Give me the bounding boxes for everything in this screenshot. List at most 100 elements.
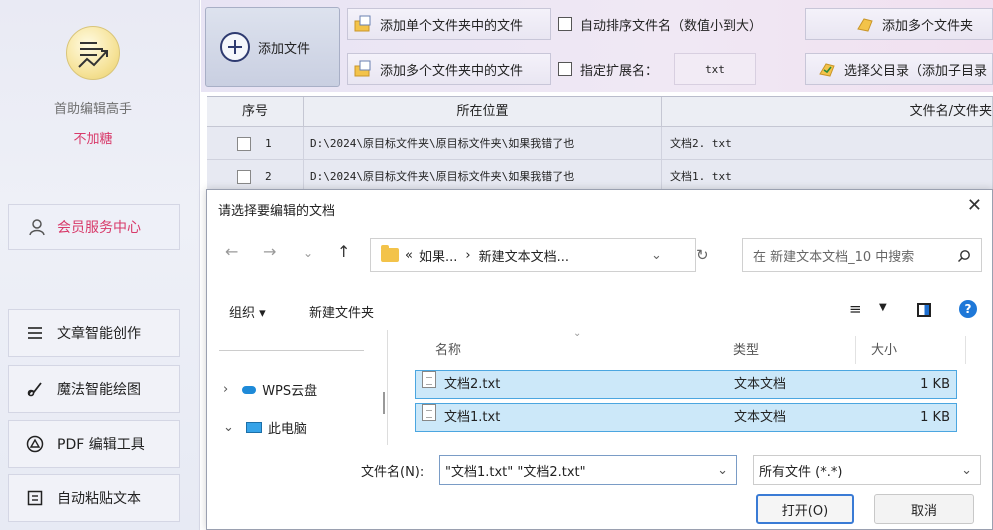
file-type-value: 所有文件 (*.*) xyxy=(759,464,843,480)
file-type-select[interactable]: 所有文件 (*.*) ⌄ xyxy=(753,455,981,485)
sidebar-item-label: 自动粘贴文本 xyxy=(57,491,141,507)
chart-icon xyxy=(78,42,108,68)
sidebar-item-pdf[interactable]: PDF 编辑工具 xyxy=(8,420,180,468)
row-checkbox[interactable] xyxy=(237,169,251,184)
add-multi-folders-label: 添加多个文件夹 xyxy=(882,18,974,34)
add-file-label: 添加文件 xyxy=(258,41,311,57)
command-bar: 组织 ▾ 新建文件夹 ≡ ▼ ? xyxy=(207,298,992,324)
file-type: 文本文档 xyxy=(734,377,787,392)
open-button[interactable]: 打开(O) xyxy=(756,494,854,524)
nav-item-this-pc[interactable]: ⌄ 此电脑 xyxy=(223,418,307,437)
pane-scrollbar[interactable] xyxy=(383,392,385,414)
up-arrow-icon[interactable]: ↑ xyxy=(337,242,350,261)
close-icon[interactable]: ✕ xyxy=(967,195,982,216)
back-arrow-icon[interactable]: ← xyxy=(225,242,238,261)
file-table: 序号 所在位置 文件名/文件夹 1 D:\2024\原目标文件夹\原目标文件夹\… xyxy=(207,96,993,196)
file-type: 文本文档 xyxy=(734,410,787,425)
add-multi-folders-button[interactable]: 添加多个文件夹 xyxy=(805,8,993,40)
sort-indicator-icon: ⌄ xyxy=(573,328,582,339)
organize-menu[interactable]: 组织 ▾ xyxy=(229,302,266,321)
nav-item-label: 此电脑 xyxy=(267,422,307,437)
row-filename: 文档2. txt xyxy=(662,127,993,160)
add-multi-folder-files-label: 添加多个文件夹中的文件 xyxy=(380,63,524,79)
checkbox-box[interactable] xyxy=(558,17,572,31)
folder-add-icon xyxy=(354,60,371,77)
specify-ext-label: 指定扩展名： xyxy=(580,63,659,79)
app-name: 首助编辑高手 xyxy=(53,102,132,117)
folder-check-icon xyxy=(819,63,835,77)
pdf-icon xyxy=(25,434,45,454)
column-size[interactable]: 大小 xyxy=(871,336,897,366)
add-single-folder-button[interactable]: 添加单个文件夹中的文件 xyxy=(347,8,551,40)
breadcrumb-prefix: « xyxy=(405,247,413,263)
folder-add-icon xyxy=(354,15,371,32)
sidebar-item-drawing[interactable]: 魔法智能绘图 xyxy=(8,365,180,413)
row-checkbox[interactable] xyxy=(237,136,251,151)
breadcrumb-item[interactable]: 如果... xyxy=(419,246,457,265)
paste-icon xyxy=(25,488,45,508)
divider xyxy=(855,336,856,364)
app-subtitle: 不加糖 xyxy=(73,132,113,147)
folder-icon xyxy=(381,245,399,262)
recent-dropdown-icon[interactable]: ⌄ xyxy=(303,246,313,260)
plus-icon xyxy=(220,32,250,62)
nav-item-label: WPS云盘 xyxy=(262,384,318,399)
column-name[interactable]: 名称 xyxy=(435,336,461,366)
breadcrumb-separator: › xyxy=(465,247,471,263)
refresh-icon[interactable]: ↻ xyxy=(696,246,709,264)
forward-arrow-icon[interactable]: → xyxy=(263,242,276,261)
view-options-icon[interactable]: ≡ xyxy=(849,300,862,318)
auto-sort-label: 自动排序文件名（数值小到大） xyxy=(580,18,763,34)
file-item[interactable]: 文档2.txt 文本文档 1 KB xyxy=(415,370,957,399)
breadcrumb-item[interactable]: 新建文本文档... xyxy=(479,246,569,265)
help-icon[interactable]: ? xyxy=(959,300,977,318)
add-file-button[interactable]: 添加文件 xyxy=(205,7,340,87)
column-filename[interactable]: 文件名/文件夹 xyxy=(662,97,993,127)
cloud-icon xyxy=(242,385,257,394)
extension-input[interactable]: txt xyxy=(674,53,756,85)
column-type[interactable]: 类型 xyxy=(733,336,759,366)
folder-icon xyxy=(857,18,873,32)
select-parent-button[interactable]: 选择父目录（添加子目录 xyxy=(805,53,993,85)
column-location[interactable]: 所在位置 xyxy=(304,97,662,127)
filename-value: "文档1.txt" "文档2.txt" xyxy=(445,464,586,480)
address-bar[interactable]: « 如果... › 新建文本文档... ⌄ ↻ xyxy=(370,238,709,272)
sidebar: 首助编辑高手 不加糖 会员服务中心 文章智能创作 魔法智能绘图 PDF 编辑工具… xyxy=(0,0,200,530)
chevron-down-icon[interactable]: ⌄ xyxy=(961,463,972,478)
column-index[interactable]: 序号 xyxy=(207,97,304,127)
file-item[interactable]: 文档1.txt 文本文档 1 KB xyxy=(415,403,957,432)
filename-input[interactable]: "文档1.txt" "文档2.txt" ⌄ xyxy=(439,455,737,485)
file-size: 1 KB xyxy=(920,377,950,392)
expand-chevron-icon[interactable]: ⌄ xyxy=(223,420,234,435)
checkbox-box[interactable] xyxy=(558,62,572,76)
nav-item-wps-cloud[interactable]: › WPS云盘 xyxy=(223,380,317,399)
add-multi-folder-files-button[interactable]: 添加多个文件夹中的文件 xyxy=(347,53,551,85)
sidebar-item-paste[interactable]: 自动粘贴文本 xyxy=(8,474,180,522)
preview-pane-icon[interactable] xyxy=(917,303,931,317)
sidebar-item-label: 魔法智能绘图 xyxy=(57,382,141,398)
computer-icon xyxy=(245,422,262,433)
specify-ext-checkbox[interactable]: 指定扩展名： xyxy=(558,53,658,85)
table-row[interactable]: 1 D:\2024\原目标文件夹\原目标文件夹\如果我错了也 文档2. txt xyxy=(207,127,993,160)
auto-sort-checkbox[interactable]: 自动排序文件名（数值小到大） xyxy=(558,8,762,40)
text-file-icon xyxy=(422,404,436,421)
address-dropdown-icon[interactable]: ⌄ xyxy=(651,248,662,263)
navigation-pane: › WPS云盘 ⌄ 此电脑 xyxy=(207,330,385,445)
filename-label: 文件名(N): xyxy=(361,465,425,480)
expand-chevron-icon[interactable]: › xyxy=(223,382,228,397)
cancel-button[interactable]: 取消 xyxy=(874,494,974,524)
view-dropdown-icon[interactable]: ▼ xyxy=(879,302,887,313)
sidebar-item-label: PDF 编辑工具 xyxy=(57,437,145,453)
sidebar-item-article[interactable]: 文章智能创作 xyxy=(8,309,180,357)
member-center-label: 会员服务中心 xyxy=(57,220,141,236)
add-single-folder-label: 添加单个文件夹中的文件 xyxy=(380,18,524,34)
brush-icon xyxy=(25,379,45,399)
file-size: 1 KB xyxy=(920,410,950,425)
chevron-down-icon[interactable]: ⌄ xyxy=(717,463,728,478)
search-input[interactable]: 在 新建文本文档_10 中搜索 xyxy=(742,238,982,272)
text-file-icon xyxy=(422,371,436,388)
new-folder-button[interactable]: 新建文件夹 xyxy=(309,302,374,321)
member-center-button[interactable]: 会员服务中心 xyxy=(8,204,180,250)
user-icon xyxy=(29,219,45,236)
navigation-bar: ← → ⌄ ↑ « 如果... › 新建文本文档... ⌄ ↻ 在 新建文本文档… xyxy=(207,238,992,272)
